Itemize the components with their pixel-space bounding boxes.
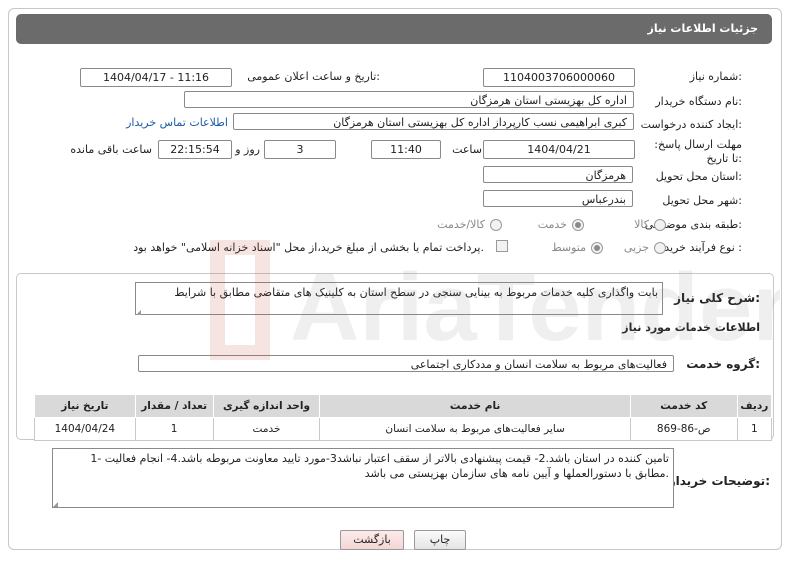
category-option-goods: کالا xyxy=(634,218,649,231)
cell-service-code: ص-86-869 xyxy=(629,417,738,441)
col-header-quantity: تعداد / مقدار xyxy=(134,394,214,418)
buyer-notes-field[interactable]: 1- تامین کننده در استان باشد.2- قیمت پیش… xyxy=(52,448,674,508)
remaining-label: ساعت باقی مانده xyxy=(70,143,152,156)
category-option-service: خدمت xyxy=(537,218,567,231)
summary-resize-handle[interactable] xyxy=(136,310,141,315)
deadline-time-field[interactable]: 11:40 xyxy=(371,140,441,159)
province-field[interactable]: هرمزگان xyxy=(483,166,633,183)
page-header: جزئیات اطلاعات نیاز xyxy=(16,14,772,44)
deadline-label: مهلت ارسال پاسخ: تا تاریخ: xyxy=(654,138,742,165)
summary-text: بابت واگذاری کلیه خدمات مربوط به بینایی … xyxy=(174,286,658,299)
remaining-time-field[interactable]: 22:15:54 xyxy=(158,140,232,159)
process-radio-minor[interactable] xyxy=(654,242,666,254)
process-radio-medium[interactable] xyxy=(591,242,603,254)
category-radio-service[interactable] xyxy=(572,219,584,231)
services-section-title: اطلاعات خدمات مورد نیاز xyxy=(622,321,760,334)
process-label: نوع فرآیند خرید : xyxy=(664,241,742,254)
buyer-notes-label: توضیحات خریدار: xyxy=(668,474,770,488)
province-label: استان محل تحویل: xyxy=(655,170,742,183)
process-option-medium: متوسط xyxy=(551,241,586,254)
page-title: جزئیات اطلاعات نیاز xyxy=(647,22,759,35)
announce-label: تاریخ و ساعت اعلان عمومی: xyxy=(247,70,380,83)
days-field[interactable]: 3 xyxy=(264,140,336,159)
announce-field[interactable]: 1404/04/17 - 11:16 xyxy=(80,68,232,87)
deadline-time-label: ساعت xyxy=(452,143,482,156)
col-header-need-date: تاریخ نیاز xyxy=(34,394,136,418)
buyer-label: نام دستگاه خریدار: xyxy=(655,95,742,108)
need-number-field[interactable]: 1104003706000060 xyxy=(483,68,635,87)
category-radio-goods[interactable] xyxy=(654,219,666,231)
payment-note: پرداخت تمام یا بخشی از مبلغ خرید،از محل … xyxy=(133,241,484,254)
back-button[interactable]: بازگشت xyxy=(340,530,404,550)
category-option-both: کالا/خدمت xyxy=(437,218,485,231)
cell-unit: خدمت xyxy=(212,417,321,441)
need-number-label: شماره نیاز: xyxy=(689,70,742,83)
cell-service-name: سایر فعالیت‌های مربوط به سلامت انسان xyxy=(319,417,631,441)
category-radio-both[interactable] xyxy=(490,219,502,231)
cell-row: 1 xyxy=(736,417,773,441)
services-table: تاریخ نیاز تعداد / مقدار واحد اندازه گیر… xyxy=(34,394,773,441)
creator-label: ایجاد کننده درخواست: xyxy=(640,118,742,131)
cell-need-date: 1404/04/24 xyxy=(34,417,136,441)
payment-checkbox[interactable] xyxy=(496,240,508,252)
city-field[interactable]: بندرعباس xyxy=(483,190,633,207)
buyer-field[interactable]: اداره کل بهزیستی استان هرمزگان xyxy=(184,91,634,108)
creator-field[interactable]: کبری ابراهیمی نسب کارپرداز اداره کل بهزی… xyxy=(233,113,634,130)
contact-buyer-link[interactable]: اطلاعات تماس خریدار xyxy=(126,116,228,129)
col-header-service-name: نام خدمت xyxy=(319,394,631,418)
notes-resize-handle[interactable] xyxy=(53,502,58,507)
col-header-service-code: کد خدمت xyxy=(629,394,738,418)
table-row: 1404/04/24 1 خدمت سایر فعالیت‌های مربوط … xyxy=(34,417,773,441)
city-label: شهر محل تحویل: xyxy=(662,194,742,207)
col-header-row: ردیف xyxy=(736,394,773,418)
process-option-minor: جزیی xyxy=(623,241,649,254)
summary-field[interactable]: بابت واگذاری کلیه خدمات مربوط به بینایی … xyxy=(135,282,663,315)
buyer-notes-text: 1- تامین کننده در استان باشد.2- قیمت پیش… xyxy=(90,452,669,480)
deadline-date-field[interactable]: 1404/04/21 xyxy=(483,140,635,159)
col-header-unit: واحد اندازه گیری xyxy=(212,394,321,418)
summary-label: شرح کلی نیاز: xyxy=(674,291,760,305)
cell-quantity: 1 xyxy=(134,417,214,441)
service-group-field[interactable]: فعالیت‌های مربوط به سلامت انسان و مددکار… xyxy=(138,355,674,372)
days-label: روز و xyxy=(235,143,260,156)
service-group-label: گروه خدمت: xyxy=(686,357,760,371)
print-button[interactable]: چاپ xyxy=(414,530,466,550)
